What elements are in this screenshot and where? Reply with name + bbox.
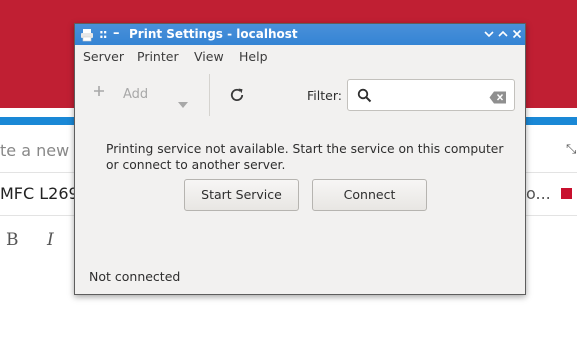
connection-status: Not connected [89, 269, 181, 284]
toolbar-separator [209, 74, 210, 116]
minimize-icon[interactable]: – [113, 25, 120, 43]
content-area: Printing service not available. Start th… [75, 121, 525, 295]
grip-icon: :: [99, 27, 108, 41]
truncated-text: o... [526, 184, 551, 203]
window-title: Print Settings - localhost [129, 27, 298, 41]
toolbar: Add Filter: [75, 69, 525, 121]
stop-square-icon[interactable] [561, 188, 572, 199]
service-unavailable-message: Printing service not available. Start th… [106, 142, 504, 172]
menu-printer[interactable]: Printer [137, 49, 179, 65]
plus-icon [92, 83, 106, 97]
italic-button[interactable]: I [47, 230, 54, 250]
window-titlebar[interactable]: :: – Print Settings - localhost [75, 24, 525, 45]
menu-view[interactable]: View [194, 49, 224, 65]
bold-button[interactable]: B [6, 230, 19, 250]
start-service-button[interactable]: Start Service [184, 179, 299, 211]
add-button[interactable]: Add [123, 87, 148, 102]
search-icon [357, 88, 372, 103]
print-settings-window: :: – Print Settings - localhost Server P… [74, 23, 526, 295]
menu-server[interactable]: Server [83, 49, 124, 65]
filter-field[interactable] [347, 79, 515, 111]
chevron-down-icon[interactable] [178, 93, 188, 108]
menu-bar: Server Printer View Help [75, 45, 525, 69]
filter-label: Filter: [307, 88, 342, 103]
connect-button[interactable]: Connect [312, 179, 427, 211]
menu-help[interactable]: Help [239, 49, 268, 65]
collapse-icon[interactable]: ⤡ [566, 143, 577, 156]
close-button-icon[interactable] [509, 24, 525, 45]
printer-name-text: MFC L269 [0, 184, 79, 203]
filter-input[interactable] [376, 86, 486, 104]
refresh-icon[interactable] [228, 86, 246, 104]
new-task-input[interactable]: te a new T [0, 141, 84, 160]
printer-icon[interactable] [80, 27, 94, 42]
clear-icon[interactable] [489, 89, 507, 104]
